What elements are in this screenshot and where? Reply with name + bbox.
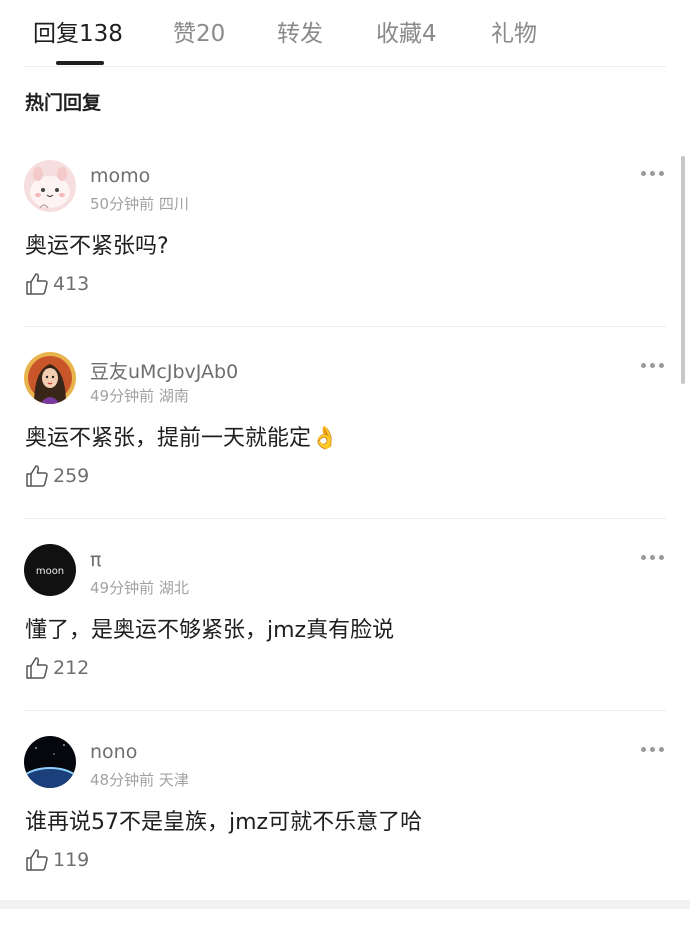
tab-gifts[interactable]: 礼物 (491, 14, 537, 48)
active-tab-indicator (56, 61, 104, 65)
tab-likes[interactable]: 赞20 (173, 14, 225, 48)
comment-text: 谁再说57不是皇族，jmz可就不乐意了哈 (25, 810, 423, 835)
more-options-icon[interactable] (641, 746, 665, 754)
tabs-divider (24, 66, 666, 67)
thumbs-up-icon (26, 465, 48, 487)
tab-reposts[interactable]: 转发 (277, 14, 323, 48)
comment-divider (24, 326, 666, 327)
moon-avatar-icon: moon (24, 544, 76, 596)
more-options-icon[interactable] (641, 170, 665, 178)
avatar[interactable] (24, 736, 76, 788)
username[interactable]: 豆友uMcJbvJAb0 (90, 357, 238, 384)
comment-text: 奥运不紧张吗? (25, 234, 169, 259)
thumbs-up-icon (26, 657, 48, 679)
illustrated-girl-avatar-icon (24, 352, 76, 404)
comment-text: 奥运不紧张，提前一天就能定👌 (25, 420, 338, 452)
thumbs-up-icon (26, 849, 48, 871)
avatar-text: moon (36, 566, 64, 577)
comment-text-body: 奥运不紧张，提前一天就能定 (25, 426, 312, 451)
comment-item: moon π 49分钟前 湖北 懂了，是奥运不够紧张，jmz真有脸说 212 (0, 544, 690, 736)
comment-divider (24, 518, 666, 519)
pink-bunny-avatar-icon (24, 160, 76, 212)
like-count: 119 (53, 849, 90, 871)
tab-replies[interactable]: 回复138 (33, 14, 123, 48)
ok-hand-emoji: 👌 (311, 426, 339, 451)
more-options-icon[interactable] (641, 362, 665, 370)
like-count: 259 (53, 465, 90, 487)
comment-meta: 50分钟前 四川 (90, 195, 189, 213)
username[interactable]: nono (90, 741, 137, 763)
avatar[interactable]: moon (24, 544, 76, 596)
like-count: 413 (53, 273, 90, 295)
comment-meta: 49分钟前 湖南 (90, 387, 189, 405)
avatar[interactable] (24, 160, 76, 212)
username[interactable]: π (90, 549, 101, 571)
earth-horizon-avatar-icon (24, 736, 76, 788)
avatar[interactable] (24, 352, 76, 404)
username[interactable]: momo (90, 165, 150, 187)
comment-text: 懂了，是奥运不够紧张，jmz真有脸说 (25, 618, 395, 643)
comment-meta: 49分钟前 湖北 (90, 579, 189, 597)
comment-item: 豆友uMcJbvJAb0 49分钟前 湖南 奥运不紧张，提前一天就能定👌 259 (0, 352, 690, 544)
tab-favorites[interactable]: 收藏4 (376, 14, 437, 48)
more-options-icon[interactable] (641, 554, 665, 562)
section-title: 热门回复 (25, 92, 102, 114)
footer-strip (0, 900, 690, 909)
comment-meta: 48分钟前 天津 (90, 771, 189, 789)
scrollbar[interactable] (681, 156, 685, 384)
like-count: 212 (53, 657, 90, 679)
comment-item: momo 50分钟前 四川 奥运不紧张吗? 413 (0, 160, 690, 352)
reply-tab-bar: 回复138 赞20 转发 收藏4 礼物 (0, 0, 690, 66)
thumbs-up-icon (26, 273, 48, 295)
comment-divider (24, 710, 666, 711)
